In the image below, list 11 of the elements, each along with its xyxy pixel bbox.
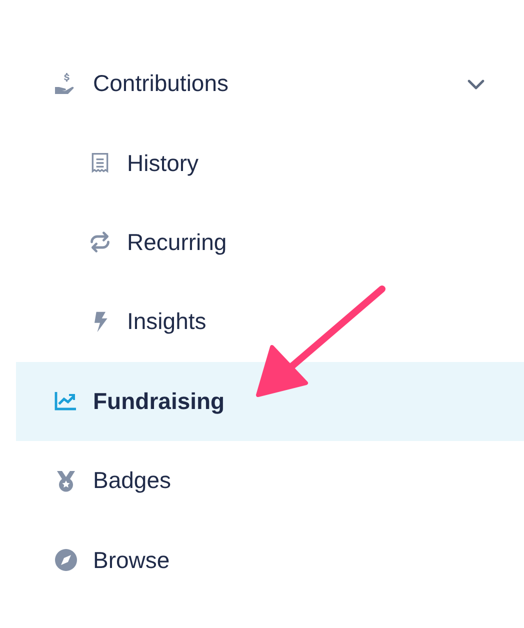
- nav-item[interactable]: Browse: [16, 520, 524, 600]
- nav-subitem[interactable]: Recurring: [16, 202, 524, 282]
- nav-subitem[interactable]: Insights: [16, 282, 524, 362]
- medal-icon: [54, 468, 78, 493]
- nav-subitem[interactable]: History: [16, 123, 524, 203]
- nav-item[interactable]: Badges: [16, 440, 524, 520]
- repeat-arrows-icon: [89, 231, 111, 254]
- nav-item[interactable]: Fundraising: [16, 362, 524, 441]
- compass-icon: [54, 548, 78, 572]
- receipt-icon: [89, 152, 111, 174]
- nav-item[interactable]: Contributions: [16, 44, 524, 124]
